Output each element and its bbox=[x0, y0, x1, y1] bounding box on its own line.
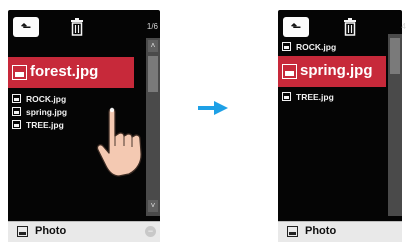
scroll-thumb[interactable] bbox=[148, 56, 158, 92]
bottom-label: Photo bbox=[305, 225, 337, 237]
page-indicator: 4 bbox=[401, 22, 406, 31]
trash-icon[interactable] bbox=[71, 18, 83, 36]
scrollbar[interactable] bbox=[388, 34, 402, 216]
tapping-hand-icon bbox=[96, 107, 142, 177]
right-arrow-icon bbox=[198, 101, 228, 115]
screen-after: ⬑ 4 ROCK.jpg spring.jpg TREE.jpg Photo bbox=[278, 10, 406, 242]
photo-icon bbox=[17, 226, 28, 237]
photo-icon bbox=[287, 226, 298, 237]
back-arrow-icon: ⬑ bbox=[20, 20, 32, 34]
file-label: ROCK.jpg bbox=[296, 42, 337, 52]
back-arrow-icon: ⬑ bbox=[290, 20, 302, 34]
back-button[interactable]: ⬑ bbox=[283, 17, 309, 37]
back-button[interactable]: ⬑ bbox=[13, 17, 39, 37]
list-item[interactable]: spring.jpg bbox=[12, 107, 67, 117]
top-bar: ⬑ 1/6 bbox=[8, 12, 160, 38]
file-label: TREE.jpg bbox=[296, 92, 334, 102]
bottom-label: Photo bbox=[35, 225, 67, 237]
list-item[interactable]: TREE.jpg bbox=[12, 120, 64, 130]
image-file-icon bbox=[12, 120, 21, 129]
close-icon[interactable]: − bbox=[145, 226, 156, 237]
image-file-icon bbox=[282, 42, 291, 51]
trash-icon[interactable] bbox=[344, 18, 356, 36]
image-file-icon bbox=[12, 107, 21, 116]
selected-file-item[interactable]: forest.jpg bbox=[8, 57, 134, 88]
scroll-thumb[interactable] bbox=[390, 38, 400, 74]
selected-file-label: spring.jpg bbox=[300, 62, 373, 79]
scroll-up-button[interactable]: ˄ bbox=[148, 40, 158, 52]
scroll-down-button[interactable]: ˅ bbox=[148, 200, 158, 212]
file-label: spring.jpg bbox=[26, 107, 68, 117]
list-item[interactable]: TREE.jpg bbox=[282, 92, 334, 102]
image-file-icon bbox=[12, 65, 27, 80]
selected-file-item[interactable]: spring.jpg bbox=[278, 56, 386, 87]
image-file-icon bbox=[12, 94, 21, 103]
selected-file-label: forest.jpg bbox=[30, 63, 99, 80]
bottom-bar: Photo bbox=[278, 221, 402, 242]
list-item[interactable]: ROCK.jpg bbox=[12, 94, 66, 104]
page-indicator: 1/6 bbox=[146, 22, 158, 31]
top-bar: ⬑ 4 bbox=[278, 12, 406, 38]
list-item[interactable]: ROCK.jpg bbox=[282, 42, 336, 52]
file-label: TREE.jpg bbox=[26, 120, 64, 130]
image-file-icon bbox=[282, 64, 297, 79]
bottom-bar: Photo − bbox=[8, 221, 160, 242]
file-label: ROCK.jpg bbox=[26, 94, 67, 104]
image-file-icon bbox=[282, 92, 291, 101]
